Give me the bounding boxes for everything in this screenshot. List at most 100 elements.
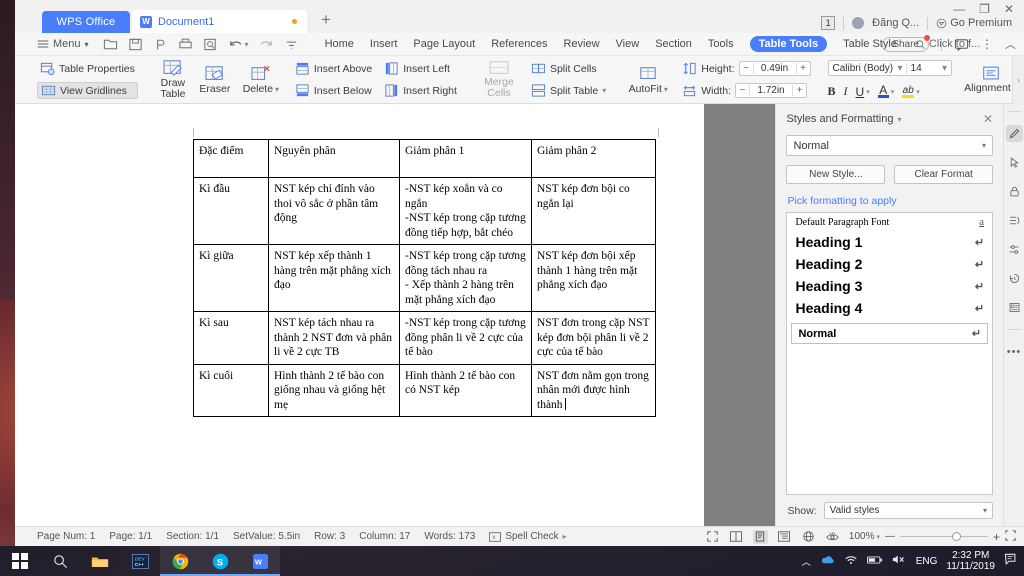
skype-icon[interactable]: S — [200, 546, 240, 576]
save-icon[interactable] — [128, 37, 143, 52]
table-cell[interactable]: NST đơn trong cặp NST kép đơn bội phân l… — [531, 311, 656, 365]
table-row[interactable]: Kì đầu NST kép chỉ đính vào thoi vô sắc … — [193, 177, 656, 245]
minimize-button[interactable]: — — [953, 2, 965, 16]
action-center-icon[interactable] — [1004, 553, 1018, 569]
tab-section[interactable]: Section — [655, 38, 692, 50]
zoom-slider-knob[interactable] — [951, 532, 961, 541]
document-table[interactable]: Đặc điểm Nguyên phân Giảm phân 1 Giảm ph… — [193, 139, 656, 417]
zoom-slider-track[interactable] — [899, 532, 988, 541]
insert-below-button[interactable]: Insert Below — [292, 82, 375, 99]
card-panel-icon[interactable] — [1006, 299, 1023, 316]
table-cell[interactable]: NST kép đơn bội co ngắn lại — [531, 177, 656, 245]
maximize-button[interactable]: ❐ — [979, 2, 990, 16]
font-name-input[interactable]: Calibri (Body) — [829, 63, 895, 74]
show-hidden-icons-icon[interactable]: ︿ — [802, 555, 811, 568]
insert-left-button[interactable]: Insert Left — [381, 60, 460, 77]
new-tab-button[interactable]: + — [321, 9, 331, 33]
table-row[interactable]: Kì cuối Hình thành 2 tế bào con giống nh… — [193, 363, 656, 417]
table-cell[interactable]: Hình thành 2 tế bào con giống nhau và gi… — [268, 363, 400, 417]
share-button[interactable]: Share — [882, 34, 930, 52]
chrome-icon[interactable] — [160, 546, 200, 576]
height-decrease-button[interactable]: − — [740, 63, 754, 74]
table-cell[interactable]: Kì đầu — [193, 177, 269, 245]
italic-button[interactable]: I — [844, 84, 848, 99]
zoom-control[interactable]: 100% ▾ — + — [849, 530, 1016, 544]
print-icon[interactable] — [178, 37, 193, 52]
document-area[interactable]: Đặc điểm Nguyên phân Giảm phân 1 Giảm ph… — [15, 104, 776, 526]
height-spinner[interactable]: − 0.49in + — [738, 61, 811, 76]
menu-button[interactable]: Menu ▾ — [37, 38, 89, 50]
print-layout-icon[interactable] — [752, 529, 768, 544]
style-item-heading-3[interactable]: Heading 3 ↵ — [787, 275, 992, 297]
two-page-view-icon[interactable] — [729, 530, 744, 544]
chevron-up-icon[interactable]: ︿ — [1005, 36, 1016, 52]
cursor-select-icon[interactable] — [1006, 154, 1023, 171]
table-cell[interactable]: -NST kép trong cặp tương đồng tách nhau … — [399, 244, 532, 312]
tab-view[interactable]: View — [616, 38, 640, 50]
font-controls[interactable]: Calibri (Body) ▾ 14 ▾ — [827, 60, 952, 76]
tab-references[interactable]: References — [491, 38, 547, 50]
history-clock-icon[interactable] — [1006, 270, 1023, 287]
split-cells-button[interactable]: Split Cells — [528, 60, 609, 77]
open-icon[interactable] — [103, 37, 118, 52]
more-vertical-icon[interactable]: ⋮ — [981, 37, 993, 51]
show-filter-dropdown[interactable]: Valid styles ▾ — [823, 502, 994, 519]
dev-app-icon[interactable]: DEV C++ — [120, 546, 160, 576]
language-indicator[interactable]: ENG — [916, 556, 938, 567]
underline-button[interactable]: U ▾ — [856, 85, 870, 99]
highlighter-pen-icon[interactable] — [1005, 125, 1023, 142]
lock-icon[interactable] — [1006, 183, 1023, 200]
ribbon-overflow-button[interactable]: › — [1012, 56, 1024, 104]
tab-page-layout[interactable]: Page Layout — [413, 38, 475, 50]
clear-format-button[interactable]: Clear Format — [894, 165, 994, 184]
list-icon[interactable] — [1006, 212, 1023, 229]
autofit-button[interactable]: AutoFit ▾ — [623, 65, 673, 95]
customize-icon[interactable] — [284, 37, 299, 52]
font-size-chevron-down-icon[interactable]: ▾ — [939, 63, 951, 74]
chevron-down-icon[interactable]: ▾ — [897, 115, 901, 124]
battery-icon[interactable] — [866, 555, 883, 568]
table-header-cell[interactable]: Giảm phân 1 — [399, 139, 532, 178]
insert-above-button[interactable]: Insert Above — [292, 60, 375, 77]
insert-right-button[interactable]: Insert Right — [381, 82, 460, 99]
file-explorer-icon[interactable] — [80, 546, 120, 576]
document-page[interactable]: Đặc điểm Nguyên phân Giảm phân 1 Giảm ph… — [15, 104, 704, 526]
table-cell[interactable]: -NST kép trong cặp tương đồng phân li về… — [399, 311, 532, 365]
settings-sliders-icon[interactable] — [1006, 241, 1023, 258]
table-cell[interactable]: Hình thành 2 tế bào con có NST kép — [399, 363, 532, 417]
style-item-heading-2[interactable]: Heading 2 ↵ — [787, 253, 992, 275]
go-premium-button[interactable]: Go Premium — [936, 17, 1012, 29]
delete-button[interactable]: Delete ▾ — [236, 65, 286, 95]
width-decrease-button[interactable]: − — [736, 85, 750, 96]
zoom-level-button[interactable]: 100% ▾ — [849, 531, 880, 542]
eye-protect-icon[interactable] — [825, 530, 840, 544]
window-count-badge[interactable]: 1 — [821, 16, 836, 30]
table-cell[interactable]: NST đơn nằm gọn trong nhân mới được hình… — [531, 363, 656, 417]
wps-office-tab[interactable]: WPS Office — [42, 11, 130, 33]
web-layout-icon[interactable] — [801, 530, 816, 544]
font-color-button[interactable]: A ▾ — [877, 84, 894, 98]
wifi-icon[interactable] — [844, 554, 858, 568]
print-preview-icon[interactable] — [153, 37, 168, 52]
font-name-chevron-down-icon[interactable]: ▾ — [895, 62, 907, 74]
tab-review[interactable]: Review — [563, 38, 599, 50]
style-item-normal[interactable]: Normal ↵ — [791, 323, 989, 344]
wps-writer-icon[interactable]: W — [240, 546, 280, 576]
style-item-heading-1[interactable]: Heading 1 ↵ — [787, 231, 992, 253]
draw-table-button[interactable]: Draw Table — [152, 59, 194, 100]
table-cell[interactable]: Kì sau — [193, 311, 269, 365]
more-horizontal-icon[interactable]: ••• — [1006, 343, 1023, 360]
spell-check-button[interactable]: x Spell Check ▸ — [489, 531, 567, 542]
font-size-input[interactable]: 14 — [907, 63, 939, 74]
fit-page-icon[interactable] — [1005, 529, 1016, 544]
table-properties-button[interactable]: Table Properties — [37, 60, 138, 77]
tab-insert[interactable]: Insert — [370, 38, 398, 50]
tab-tools[interactable]: Tools — [708, 38, 734, 50]
windows-start-icon[interactable] — [0, 546, 40, 576]
table-row[interactable]: Kì sau NST kép tách nhau ra thành 2 NST … — [193, 311, 656, 365]
style-item-default-paragraph-font[interactable]: Default Paragraph Font a — [787, 213, 992, 231]
onedrive-icon[interactable] — [820, 554, 835, 568]
table-header-cell[interactable]: Nguyên phân — [268, 139, 400, 178]
styles-list[interactable]: Default Paragraph Font a Heading 1 ↵ Hea… — [786, 212, 994, 495]
row-height-control[interactable]: Height: − 0.49in + — [679, 60, 813, 77]
